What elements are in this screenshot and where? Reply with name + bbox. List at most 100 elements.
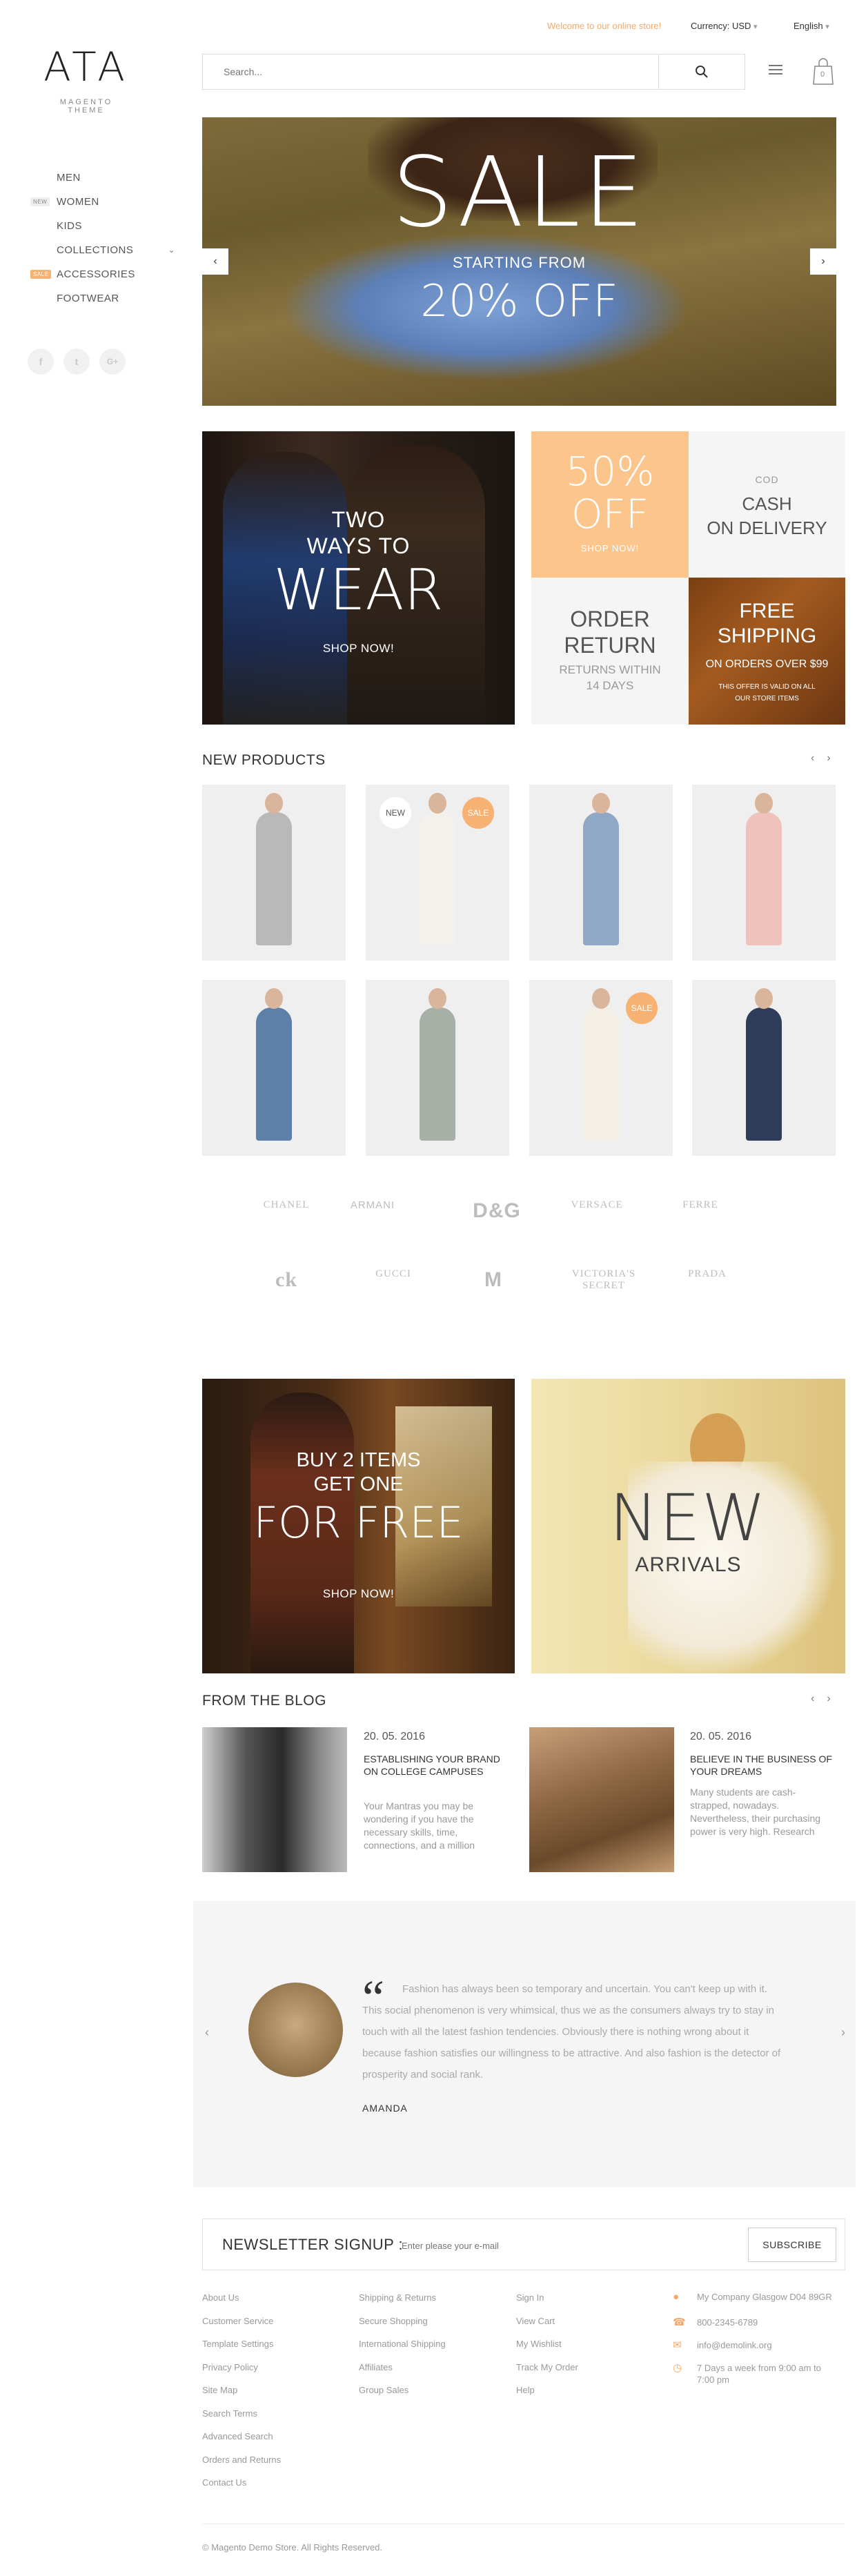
- brand-logo[interactable]: D&G: [459, 1199, 535, 1223]
- shop-now-link[interactable]: SHOP NOW!: [202, 1587, 515, 1601]
- tile-text: 14 DAYS: [586, 679, 634, 692]
- product-card[interactable]: NEW SALE: [366, 785, 509, 961]
- promo-banner-new-arrivals[interactable]: NEW ARRIVALS: [531, 1379, 845, 1673]
- section-title-blog: FROM THE BLOG: [202, 1693, 326, 1709]
- product-image: [746, 1007, 782, 1141]
- envelope-icon: ✉: [673, 2339, 682, 2351]
- footer-link[interactable]: My Wishlist: [516, 2339, 578, 2362]
- promo-line: GET ONE: [313, 1473, 404, 1495]
- blog-post-image[interactable]: [202, 1727, 347, 1872]
- twitter-icon[interactable]: t: [63, 348, 90, 375]
- menu-icon[interactable]: [767, 62, 784, 79]
- shop-now-link[interactable]: SHOP NOW!: [531, 543, 689, 553]
- product-card[interactable]: [202, 785, 346, 961]
- next-arrow-icon[interactable]: ›: [827, 752, 830, 765]
- sidebar-item-men[interactable]: MEN: [30, 166, 182, 190]
- product-card[interactable]: [529, 785, 673, 961]
- sale-badge: SALE: [30, 270, 52, 279]
- product-card[interactable]: [692, 785, 836, 961]
- blog-post-image[interactable]: [529, 1727, 674, 1872]
- logo[interactable]: ATA MAGENTO THEME: [41, 43, 131, 115]
- contact-phone: ☎ 800-2345-6789: [673, 2317, 838, 2328]
- footer-link[interactable]: View Cart: [516, 2316, 578, 2339]
- product-model-head: [592, 793, 610, 814]
- product-card[interactable]: [692, 980, 836, 1156]
- sidebar-item-footwear[interactable]: FOOTWEAR: [30, 286, 182, 311]
- footer-link[interactable]: International Shipping: [359, 2339, 446, 2362]
- footer-link[interactable]: Secure Shopping: [359, 2316, 446, 2339]
- promo-line: WAYS TO: [306, 533, 411, 558]
- footer-link[interactable]: Affiliates: [359, 2362, 446, 2386]
- google-plus-icon[interactable]: G+: [99, 348, 126, 375]
- next-arrow-icon[interactable]: ›: [841, 2025, 845, 2040]
- product-card[interactable]: SALE: [529, 980, 673, 1156]
- chevron-down-icon[interactable]: ⌄: [168, 238, 175, 262]
- sidebar-item-women[interactable]: NEW WOMEN: [30, 190, 182, 214]
- cart-button[interactable]: 0: [811, 57, 836, 86]
- prev-arrow-icon[interactable]: ‹: [811, 752, 814, 765]
- footer-link[interactable]: Track My Order: [516, 2362, 578, 2386]
- brand-logo[interactable]: M: [455, 1268, 531, 1292]
- footer-link[interactable]: Contact Us: [202, 2477, 281, 2501]
- sidebar-item-accessories[interactable]: SALE ACCESSORIES: [30, 262, 182, 286]
- newsletter-title: NEWSLETTER SIGNUP :: [222, 2236, 404, 2253]
- hero-slider[interactable]: SALE STARTING FROM 20% OFF ‹ ›: [202, 117, 836, 406]
- hero-prev-button[interactable]: ‹: [202, 248, 228, 275]
- footer-link[interactable]: Customer Service: [202, 2316, 281, 2339]
- product-image: [583, 1007, 619, 1141]
- prev-arrow-icon[interactable]: ‹: [205, 2025, 209, 2040]
- footer-link[interactable]: Site Map: [202, 2385, 281, 2408]
- blog-post-title[interactable]: ESTABLISHING YOUR BRAND ON COLLEGE CAMPU…: [364, 1753, 515, 1778]
- product-card[interactable]: [202, 980, 346, 1156]
- tile-text: ON ORDERS OVER $99: [705, 658, 829, 670]
- brand-logo[interactable]: GUCCI: [355, 1268, 431, 1280]
- chevron-down-icon: ▾: [753, 23, 758, 31]
- currency-switcher[interactable]: Currency: USD ▾: [691, 21, 758, 31]
- subscribe-button[interactable]: SUBSCRIBE: [748, 2228, 836, 2262]
- email-text[interactable]: info@demolink.org: [697, 2340, 772, 2350]
- phone-text[interactable]: 800-2345-6789: [697, 2317, 758, 2328]
- search-input[interactable]: [203, 55, 658, 89]
- footer-link[interactable]: Sign In: [516, 2292, 578, 2316]
- sidebar-item-label: WOMEN: [57, 196, 99, 208]
- brand-logo[interactable]: CHANEL: [248, 1199, 324, 1211]
- brand-logo[interactable]: ARMANI: [335, 1199, 411, 1211]
- section-title-new-products: NEW PRODUCTS: [202, 752, 326, 768]
- language-switcher[interactable]: English ▾: [794, 21, 829, 31]
- prev-arrow-icon[interactable]: ‹: [811, 1693, 814, 1705]
- promo-headline: WEAR: [273, 558, 444, 623]
- cart-count: 0: [820, 70, 825, 79]
- promo-banner-wear[interactable]: TWO WAYS TO WEAR SHOP NOW!: [202, 431, 515, 725]
- facebook-icon[interactable]: f: [28, 348, 54, 375]
- hero-next-button[interactable]: ›: [810, 248, 836, 275]
- newsletter-signup: NEWSLETTER SIGNUP : SUBSCRIBE: [202, 2219, 845, 2270]
- brand-logo[interactable]: FERRE: [662, 1199, 738, 1211]
- sidebar-item-kids[interactable]: KIDS: [30, 214, 182, 238]
- next-arrow-icon[interactable]: ›: [827, 1693, 830, 1705]
- footer-link[interactable]: Template Settings: [202, 2339, 281, 2362]
- blog-post-title[interactable]: BELIEVE IN THE BUSINESS OF YOUR DREAMS: [690, 1753, 842, 1778]
- brand-logo[interactable]: PRADA: [669, 1268, 745, 1280]
- tile-note: THIS OFFER IS VALID ON ALL: [718, 683, 816, 691]
- footer-link[interactable]: Help: [516, 2385, 578, 2408]
- footer-link[interactable]: Orders and Returns: [202, 2455, 281, 2478]
- product-card[interactable]: [366, 980, 509, 1156]
- email-field[interactable]: [402, 2236, 719, 2255]
- search-button[interactable]: [658, 55, 745, 89]
- promo-banner-free[interactable]: BUY 2 ITEMS GET ONE FOR FREE SHOP NOW!: [202, 1379, 515, 1673]
- footer-link[interactable]: Search Terms: [202, 2408, 281, 2432]
- footer-link[interactable]: Privacy Policy: [202, 2362, 281, 2386]
- sidebar-item-collections[interactable]: COLLECTIONS ⌄: [30, 238, 182, 262]
- shop-now-link[interactable]: SHOP NOW!: [202, 642, 515, 656]
- brand-logo[interactable]: VICTORIA'S SECRET: [566, 1268, 642, 1292]
- footer-link[interactable]: Advanced Search: [202, 2431, 281, 2455]
- footer-link[interactable]: Group Sales: [359, 2385, 446, 2408]
- promo-headline: FOR FREE: [253, 1497, 464, 1548]
- promo-tile-discount[interactable]: 50% OFF SHOP NOW!: [531, 431, 689, 578]
- footer-link[interactable]: About Us: [202, 2292, 281, 2316]
- logo-mark: ATA: [43, 43, 129, 90]
- footer-link[interactable]: Shipping & Returns: [359, 2292, 446, 2316]
- brand-logo[interactable]: ck: [248, 1268, 324, 1292]
- brand-logo[interactable]: VERSACE: [559, 1199, 635, 1211]
- promo-tile-shipping[interactable]: FREE SHIPPING ON ORDERS OVER $99 THIS OF…: [689, 578, 845, 725]
